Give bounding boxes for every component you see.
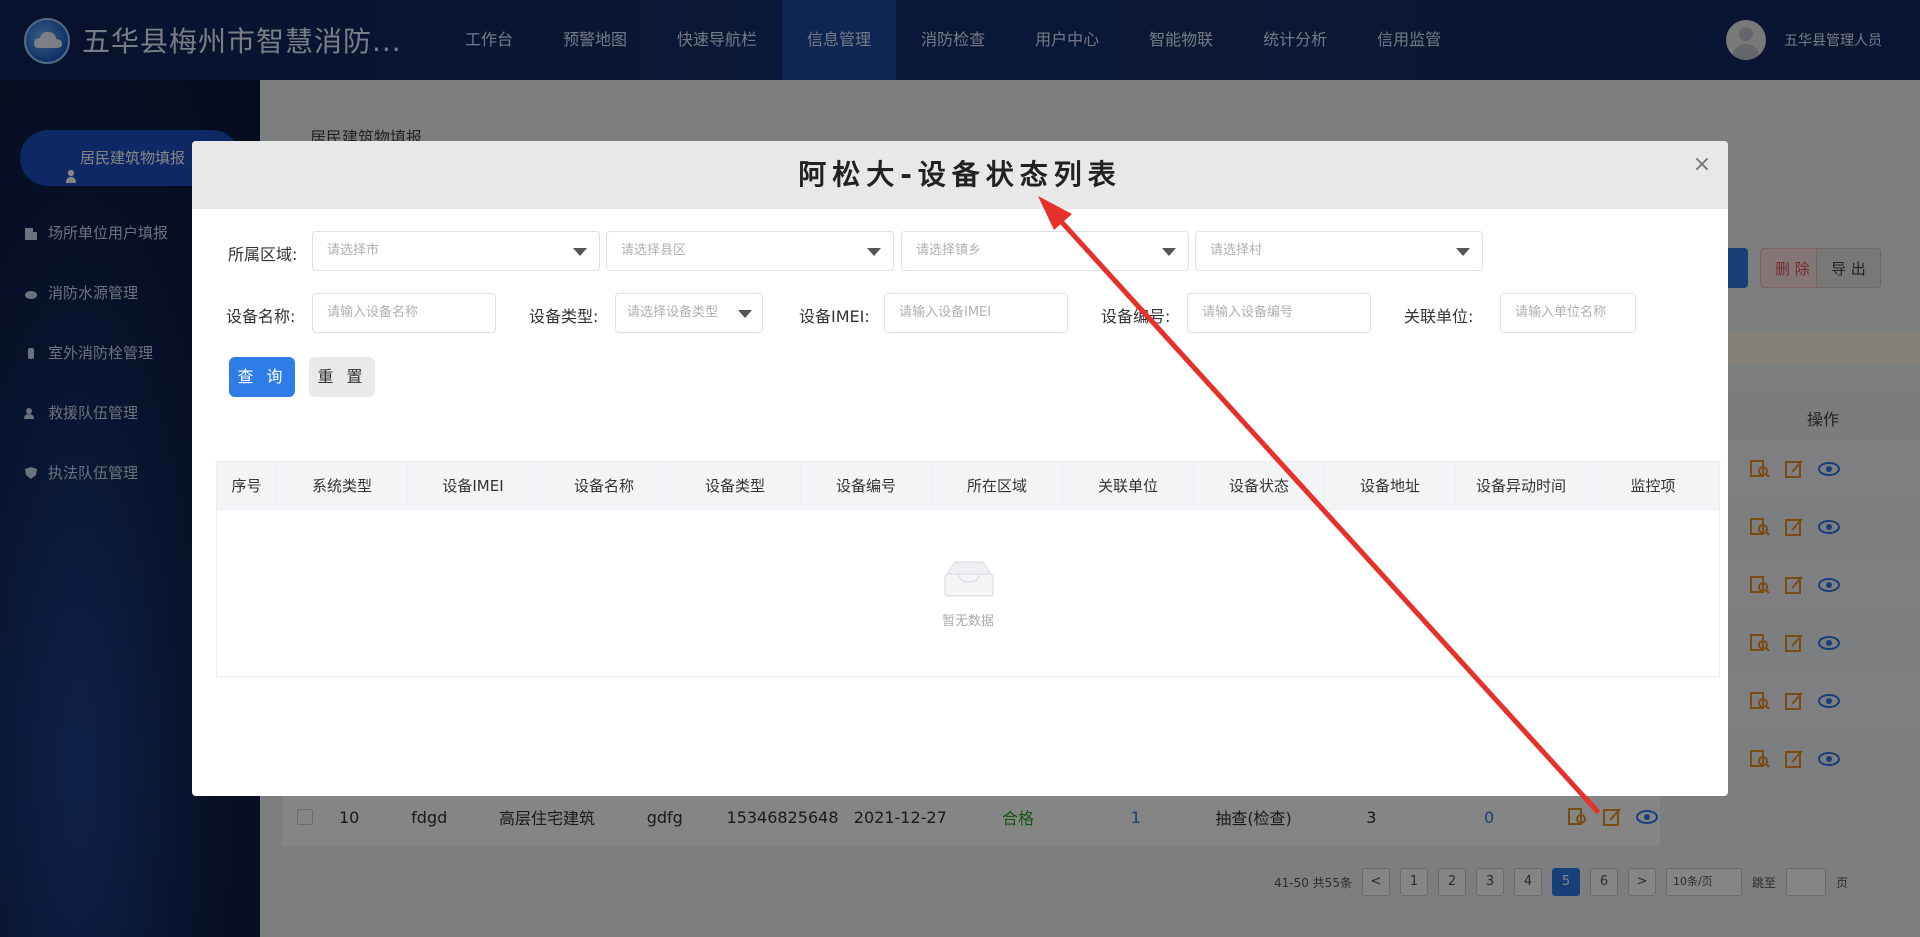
empty-state: 暂无数据 bbox=[217, 510, 1719, 676]
imei-label: 设备IMEI: bbox=[799, 307, 870, 326]
device-no-input[interactable]: 请输入设备编号 bbox=[1187, 293, 1371, 333]
city-select-placeholder: 请选择市 bbox=[327, 243, 380, 258]
village-select[interactable]: 请选择村 bbox=[1195, 231, 1483, 271]
column-header: 设备地址 bbox=[1325, 462, 1456, 510]
empty-text: 暂无数据 bbox=[941, 614, 994, 629]
imei-input[interactable]: 请输入设备IMEI bbox=[884, 293, 1068, 333]
column-header: 关联单位 bbox=[1063, 462, 1194, 510]
device-type-label: 设备类型: bbox=[529, 307, 599, 326]
device-no-label: 设备编号: bbox=[1101, 307, 1171, 326]
modal-title: 阿松大-设备状态列表 bbox=[192, 141, 1728, 209]
device-status-modal: 阿松大-设备状态列表 × 所属区域: 请选择市 请选择县区 请选择镇乡 请选择村… bbox=[192, 141, 1728, 796]
device-name-label: 设备名称: bbox=[226, 307, 296, 326]
chevron-down-icon bbox=[867, 248, 881, 256]
column-header: 设备IMEI bbox=[408, 462, 539, 510]
column-header: 监控项 bbox=[1630, 477, 1676, 495]
empty-box-icon bbox=[944, 561, 994, 597]
query-button[interactable]: 查 询 bbox=[229, 357, 295, 397]
city-select[interactable]: 请选择市 bbox=[312, 231, 600, 271]
town-select-placeholder: 请选择镇乡 bbox=[916, 243, 982, 258]
column-header: 设备名称 bbox=[539, 462, 670, 510]
chevron-down-icon bbox=[738, 310, 752, 318]
column-header: 设备状态 bbox=[1194, 462, 1325, 510]
column-header: 设备编号 bbox=[801, 462, 932, 510]
column-header: 系统类型 bbox=[277, 462, 408, 510]
column-header: 所在区域 bbox=[932, 462, 1063, 510]
unit-input[interactable]: 请输入单位名称 bbox=[1500, 293, 1636, 333]
region-label: 所属区域: bbox=[228, 245, 298, 264]
column-header: 序号 bbox=[217, 462, 277, 510]
town-select[interactable]: 请选择镇乡 bbox=[901, 231, 1189, 271]
village-select-placeholder: 请选择村 bbox=[1210, 243, 1263, 258]
county-select[interactable]: 请选择县区 bbox=[606, 231, 894, 271]
device-name-input[interactable]: 请输入设备名称 bbox=[312, 293, 496, 333]
county-select-placeholder: 请选择县区 bbox=[621, 243, 687, 258]
device-type-select[interactable]: 请选择设备类型 bbox=[615, 293, 763, 333]
chevron-down-icon bbox=[1162, 248, 1176, 256]
device-table: 序号 系统类型 设备IMEI 设备名称 设备类型 设备编号 所在区域 关联单位 … bbox=[216, 461, 1720, 677]
column-header: 设备类型 bbox=[670, 462, 801, 510]
device-type-placeholder: 请选择设备类型 bbox=[627, 305, 719, 320]
chevron-down-icon bbox=[573, 248, 587, 256]
reset-button[interactable]: 重 置 bbox=[309, 357, 375, 397]
unit-label: 关联单位: bbox=[1404, 307, 1474, 326]
close-icon[interactable]: × bbox=[1692, 154, 1712, 176]
column-header: 设备异动时间 bbox=[1456, 462, 1587, 510]
chevron-down-icon bbox=[1456, 248, 1470, 256]
table-header: 序号 系统类型 设备IMEI 设备名称 设备类型 设备编号 所在区域 关联单位 … bbox=[217, 462, 1719, 510]
